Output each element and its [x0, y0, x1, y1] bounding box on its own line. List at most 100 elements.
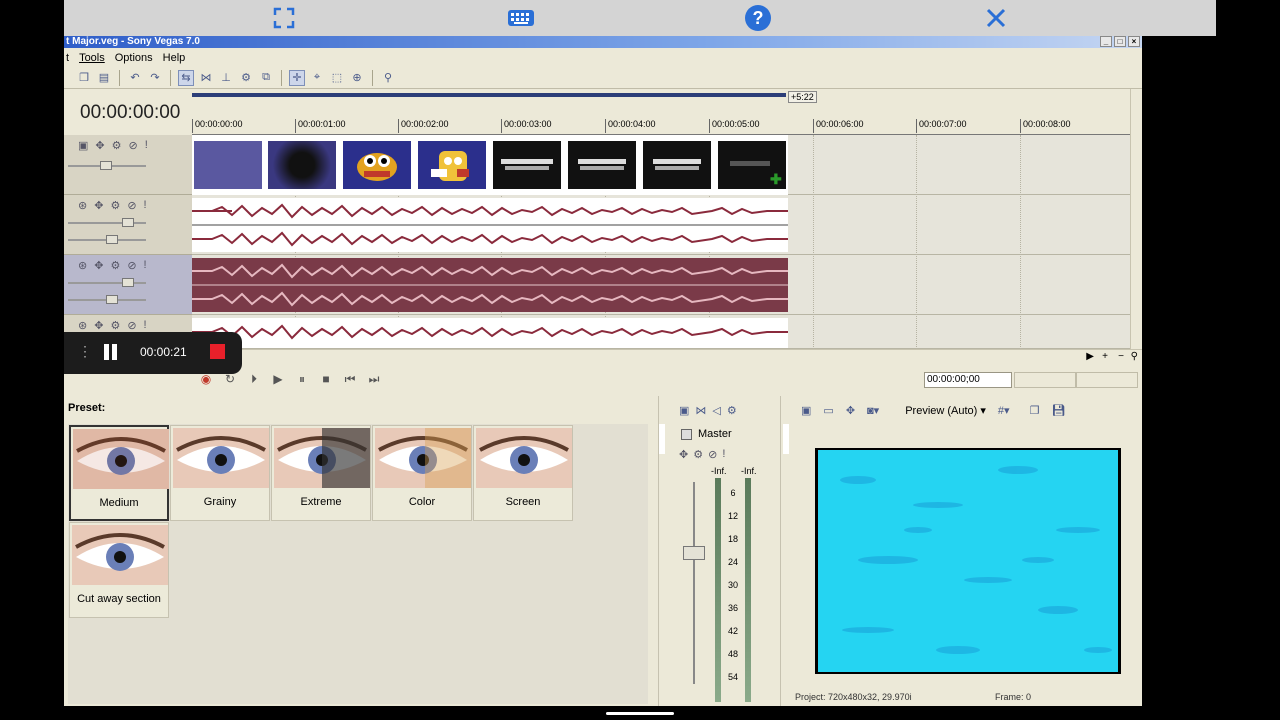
lock-envelopes-icon[interactable]: ⚙: [238, 70, 254, 86]
solo-icon[interactable]: !: [144, 319, 147, 332]
preview-scroll[interactable]: [783, 424, 789, 454]
video-track-header[interactable]: ▣ ✥ ⚙ ⊘!: [64, 135, 192, 195]
preset-grainy[interactable]: Grainy: [170, 425, 270, 521]
close-window-button[interactable]: ×: [1128, 36, 1140, 47]
copy-icon[interactable]: ❐: [76, 70, 92, 86]
maximize-button[interactable]: □: [1114, 36, 1126, 47]
ripple-edit-icon[interactable]: ⇆: [178, 69, 194, 86]
slider-knob[interactable]: [122, 278, 134, 287]
audio-track[interactable]: [192, 195, 1130, 255]
snap-icon[interactable]: ⊥: [218, 70, 234, 86]
go-to-end-icon[interactable]: ⏭: [366, 371, 382, 387]
stop-icon[interactable]: ■: [318, 371, 334, 387]
compositing-icon[interactable]: ▣: [78, 139, 88, 152]
redo-icon[interactable]: ↷: [147, 70, 163, 86]
master-fx-icon[interactable]: ✥: [679, 448, 688, 461]
slider-knob[interactable]: [106, 295, 118, 304]
preview-quality-dropdown[interactable]: Preview (Auto) ▾: [905, 404, 986, 417]
preset-cut-away-section[interactable]: Cut away section: [69, 522, 169, 618]
selection-length-time[interactable]: [1076, 372, 1138, 388]
drag-handle-icon[interactable]: ⋮: [78, 343, 92, 360]
audio-track-header[interactable]: ⊛ ✥ ⚙ ⊘!: [64, 195, 192, 255]
track-fx-icon[interactable]: ✥: [94, 319, 103, 332]
master-fader-knob[interactable]: [683, 546, 705, 560]
slider-knob[interactable]: [122, 218, 134, 227]
track-fx-icon[interactable]: ⚙: [112, 139, 122, 152]
timeline-vertical-scrollbar[interactable]: [1130, 89, 1142, 351]
keyboard-icon[interactable]: [507, 5, 535, 31]
play-from-start-icon[interactable]: ⏵: [246, 371, 262, 387]
track-settings-icon[interactable]: ⚙: [110, 199, 120, 212]
selection-tool-icon[interactable]: ⬚: [329, 70, 345, 86]
master-fader-track[interactable]: [693, 482, 695, 684]
audio-track-selected[interactable]: [192, 255, 1130, 315]
mute-icon[interactable]: ⊘: [127, 259, 136, 272]
overlays-icon[interactable]: #▾: [998, 404, 1010, 417]
normal-edit-tool-icon[interactable]: ✛: [289, 69, 305, 86]
paste-icon[interactable]: ▤: [96, 70, 112, 86]
external-monitor-icon[interactable]: ▭: [823, 404, 833, 417]
mixer-properties-icon[interactable]: ▣: [679, 404, 689, 417]
ignore-grouping-icon[interactable]: ⧉: [258, 70, 274, 86]
solo-icon[interactable]: !: [145, 139, 148, 152]
master-solo-icon[interactable]: !: [722, 448, 725, 461]
whats-this-icon[interactable]: ⚲: [380, 70, 396, 86]
invert-phase-icon[interactable]: ⊛: [78, 199, 87, 212]
close-icon[interactable]: [982, 5, 1010, 31]
selection-start-time[interactable]: 00:00:00;00: [924, 372, 1012, 388]
master-bus-icon[interactable]: [681, 428, 692, 440]
zoom-tool-icon[interactable]: ⊕: [349, 70, 365, 86]
volume-slider[interactable]: [68, 282, 146, 284]
master-settings-icon[interactable]: ⚙: [693, 448, 703, 461]
audio-track-header-selected[interactable]: ⊛ ✥ ⚙ ⊘!: [64, 255, 192, 315]
scroll-right-icon[interactable]: ▶: [1086, 351, 1094, 362]
video-track[interactable]: ✚: [192, 135, 1130, 195]
dim-output-icon[interactable]: ◁: [712, 404, 720, 417]
slider-knob[interactable]: [106, 235, 118, 244]
solo-icon[interactable]: !: [144, 259, 147, 272]
timeline-tracks[interactable]: ✚: [192, 135, 1130, 349]
time-ruler[interactable]: 00:00:00:00 00:00:01:00 00:00:02:00 00:0…: [192, 119, 1130, 135]
preset-extreme[interactable]: Extreme: [271, 425, 371, 521]
add-event-icon[interactable]: ✚: [770, 171, 782, 188]
track-settings-icon[interactable]: ⚙: [110, 319, 120, 332]
pause-icon[interactable]: ⏸: [294, 371, 310, 387]
home-indicator[interactable]: [606, 712, 674, 715]
solo-icon[interactable]: !: [144, 199, 147, 212]
audio-track[interactable]: [192, 315, 1130, 349]
copy-snapshot-icon[interactable]: ❐: [1030, 404, 1040, 417]
auto-crossfade-icon[interactable]: ⋈: [198, 70, 214, 86]
insert-bus-icon[interactable]: ⚙: [727, 404, 737, 417]
go-to-start-icon[interactable]: ⏮: [342, 371, 358, 387]
master-mute-icon[interactable]: ⊘: [708, 448, 717, 461]
selection-end-time[interactable]: [1014, 372, 1076, 388]
mute-icon[interactable]: ⊘: [127, 319, 136, 332]
undo-icon[interactable]: ↶: [127, 70, 143, 86]
downmix-icon[interactable]: ⋈: [695, 404, 706, 417]
invert-phase-icon[interactable]: ⊛: [78, 319, 87, 332]
stop-recording-icon[interactable]: [210, 344, 225, 359]
preview-fx-icon[interactable]: ◙▾: [867, 404, 879, 417]
preview-properties-icon[interactable]: ▣: [801, 404, 811, 417]
zoom-out-icon[interactable]: −: [1118, 351, 1124, 362]
mute-icon[interactable]: ⊘: [127, 199, 136, 212]
track-fx-icon[interactable]: ✥: [94, 199, 103, 212]
menu-item-options[interactable]: Options: [115, 52, 153, 64]
track-fx-icon[interactable]: ✥: [94, 259, 103, 272]
zoom-in-icon[interactable]: +: [1102, 351, 1108, 362]
track-motion-icon[interactable]: ✥: [95, 139, 104, 152]
mute-icon[interactable]: ⊘: [129, 139, 138, 152]
preset-color[interactable]: Color: [372, 425, 472, 521]
timeline-horizontal-scrollbar[interactable]: ▶ + − ⚲: [192, 349, 1142, 365]
slider-knob[interactable]: [100, 161, 112, 170]
menu-item-help[interactable]: Help: [163, 52, 186, 64]
invert-phase-icon[interactable]: ⊛: [78, 259, 87, 272]
envelope-tool-icon[interactable]: ⌖: [309, 70, 325, 86]
mixer-scroll[interactable]: [659, 424, 665, 454]
menu-item-tools[interactable]: Tools: [79, 52, 105, 64]
zoom-tool-icon[interactable]: ⚲: [1131, 351, 1138, 362]
save-snapshot-icon[interactable]: 💾︎: [1051, 404, 1065, 417]
loop-region-bar[interactable]: [192, 93, 786, 97]
menu-item-edit[interactable]: t: [66, 52, 69, 64]
split-screen-icon[interactable]: ✥: [846, 404, 855, 417]
